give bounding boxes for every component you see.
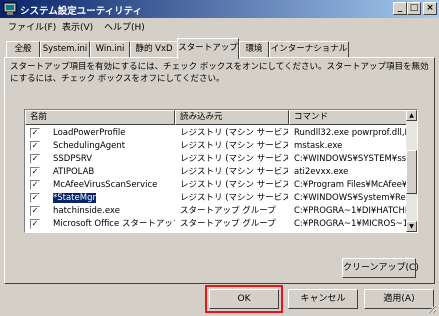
tab-system-ini[interactable]: System.ini — [40, 41, 90, 58]
item-command: C:¥WINDOWS¥System¥Resto — [294, 193, 407, 203]
item-location: レジストリ (マシン サービス) — [180, 128, 288, 138]
item-location: レジストリ (マシン サービス) — [180, 167, 288, 177]
tab-strip: 全般 System.ini Win.ini 静的 VxD スタートアップ 環境 … — [4, 38, 435, 59]
cleanup-button[interactable]: クリーンアップ(C) — [342, 258, 419, 278]
app-icon — [3, 2, 17, 15]
tab-general[interactable]: 全般 — [6, 41, 40, 58]
list-item[interactable]: ✓ hatchinside.exe スタートアップ グループ C:¥PROGRA… — [25, 204, 407, 218]
item-name: Microsoft Office スタートアップ — [53, 219, 175, 229]
startup-list[interactable]: 名前 読み込み元 コマンド ✓ LoadPowerProfile レジストリ (… — [24, 109, 418, 233]
item-command: C:¥Program Files¥McAfee¥ — [294, 180, 407, 190]
list-item[interactable]: ✓ McAfeeVirusScanService レジストリ (マシン サービス… — [25, 178, 407, 192]
item-command: C:¥WINDOWS¥SYSTEM¥ssd — [294, 154, 407, 164]
tab-static-vxd[interactable]: 静的 VxD — [130, 41, 178, 58]
window-title: システム設定ユーティリティ — [20, 6, 143, 17]
selected-item-label: *StateMgr — [53, 192, 97, 204]
startup-checkbox[interactable]: ✓ — [30, 167, 40, 177]
list-item[interactable]: ✓ SSDPSRV レジストリ (マシン サービス) C:¥WINDOWS¥SY… — [25, 152, 407, 166]
list-item[interactable]: ✓ Microsoft Office スタートアップ スタートアップ グループ … — [25, 217, 407, 231]
item-command: mstask.exe — [294, 141, 343, 151]
list-header: 名前 読み込み元 コマンド — [25, 110, 407, 125]
item-name: McAfeeVirusScanService — [53, 180, 158, 190]
item-name: ATIPOLAB — [53, 167, 95, 177]
item-location: レジストリ (マシン サービス) — [180, 193, 288, 203]
item-name: LoadPowerProfile — [53, 128, 126, 138]
column-command[interactable]: コマンド — [289, 110, 407, 125]
cancel-button[interactable]: キャンセル — [288, 289, 358, 309]
list-item-selected[interactable]: ✓ *StateMgr レジストリ (マシン サービス) C:¥WINDOWS¥… — [25, 191, 407, 205]
item-name: SchedulingAgent — [53, 141, 126, 151]
close-button[interactable]: × — [423, 2, 437, 15]
item-name: hatchinside.exe — [53, 206, 120, 216]
tab-startup[interactable]: スタートアップ — [177, 38, 239, 59]
startup-checkbox[interactable]: ✓ — [30, 180, 40, 190]
item-command: Rundll32.exe powrprof.dll,Lo — [294, 128, 407, 138]
column-name[interactable]: 名前 — [25, 110, 175, 125]
list-item[interactable]: ✓ LoadPowerProfile レジストリ (マシン サービス) Rund… — [25, 126, 407, 140]
scroll-up-icon[interactable]: ▲ — [406, 110, 417, 121]
startup-checkbox[interactable]: ✓ — [30, 206, 40, 216]
startup-checkbox[interactable]: ✓ — [30, 128, 40, 138]
menu-file[interactable]: ファイル(F) — [8, 20, 56, 33]
item-command: C:¥PROGRA~1¥DI¥HATCHI — [294, 206, 407, 216]
menu-bar: ファイル(F) 表示(V) ヘルプ(H) — [0, 18, 439, 36]
item-location: スタートアップ グループ — [180, 219, 276, 229]
startup-checkbox[interactable]: ✓ — [30, 219, 40, 229]
column-location[interactable]: 読み込み元 — [175, 110, 289, 125]
item-location: スタートアップ グループ — [180, 206, 276, 216]
list-scrollbar[interactable]: ▲ ▼ — [406, 110, 417, 232]
menu-view[interactable]: 表示(V) — [62, 20, 93, 33]
startup-checkbox[interactable]: ✓ — [30, 193, 40, 203]
startup-checkbox[interactable]: ✓ — [30, 141, 40, 151]
maximize-button[interactable]: □ — [407, 2, 421, 15]
system-config-window: システム設定ユーティリティ _ □ × ファイル(F) 表示(V) ヘルプ(H)… — [0, 0, 439, 316]
tab-environment[interactable]: 環境 — [239, 41, 269, 58]
resize-grip-icon[interactable] — [427, 304, 437, 314]
scroll-thumb[interactable] — [406, 150, 417, 194]
menu-help[interactable]: ヘルプ(H) — [104, 20, 145, 33]
item-name: *StateMgr — [53, 192, 175, 204]
scroll-down-icon[interactable]: ▼ — [406, 221, 417, 232]
tab-win-ini[interactable]: Win.ini — [90, 41, 130, 58]
item-location: レジストリ (マシン サービス) — [180, 154, 288, 164]
item-location: レジストリ (マシン サービス) — [180, 180, 288, 190]
ok-highlight-box — [205, 285, 283, 313]
minimize-button[interactable]: _ — [393, 2, 407, 15]
startup-description: スタートアップ項目を有効にするには、チェック ボックスをオンにしてください。スタ… — [10, 62, 429, 84]
tab-international[interactable]: インターナショナル — [269, 41, 349, 58]
list-item[interactable]: ✓ SchedulingAgent レジストリ (マシン サービス) mstas… — [25, 139, 407, 153]
item-command: ati2evxx.exe — [294, 167, 349, 177]
item-location: レジストリ (マシン サービス) — [180, 141, 288, 151]
title-bar[interactable]: システム設定ユーティリティ _ □ × — [0, 0, 439, 18]
apply-button[interactable]: 適用(A) — [364, 289, 434, 309]
item-command: C:¥PROGRA~1¥MICROS~1¥ — [294, 219, 407, 229]
item-name: SSDPSRV — [53, 154, 93, 164]
startup-checkbox[interactable]: ✓ — [30, 154, 40, 164]
startup-panel: スタートアップ項目を有効にするには、チェック ボックスをオンにしてください。スタ… — [4, 57, 435, 284]
list-item[interactable]: ✓ ATIPOLAB レジストリ (マシン サービス) ati2evxx.exe — [25, 165, 407, 179]
